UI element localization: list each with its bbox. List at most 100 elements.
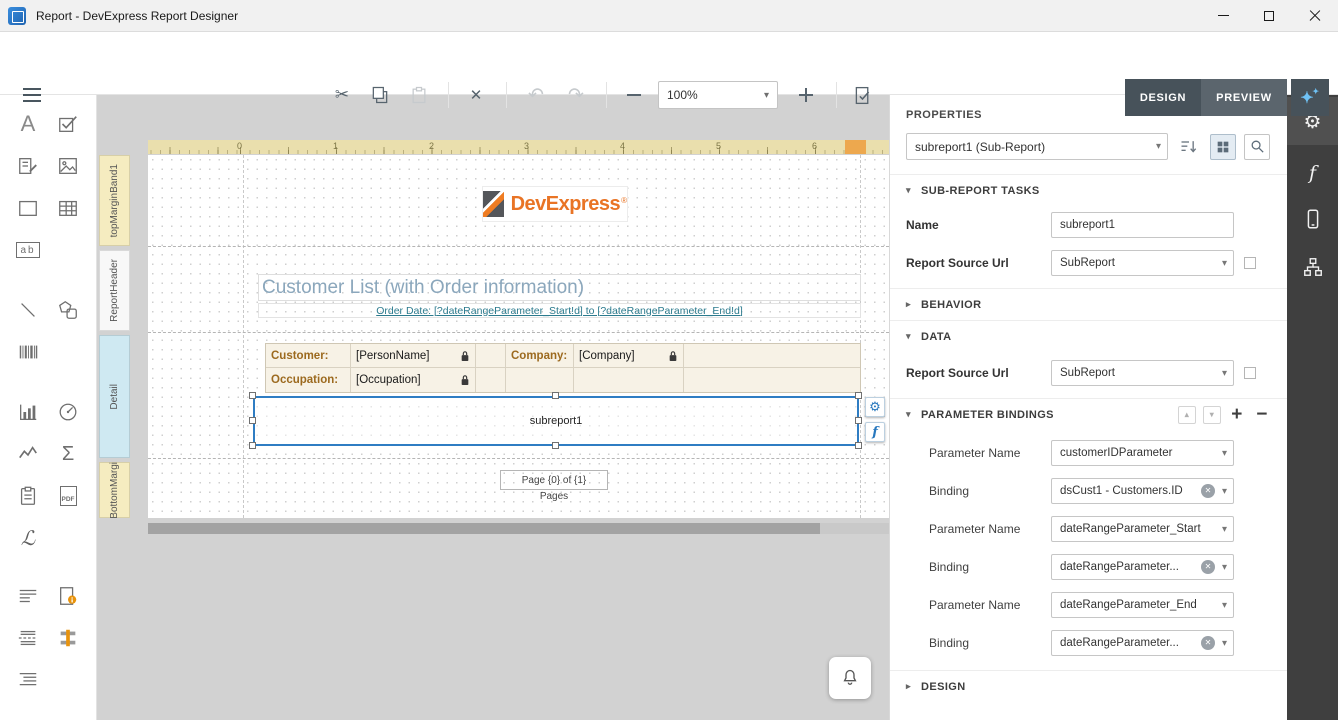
delete-button[interactable]: ✕ [464, 83, 488, 107]
section-header-subreport-tasks[interactable]: ▾ SUB-REPORT TASKS [890, 174, 1287, 206]
scrollbar-thumb[interactable] [148, 523, 820, 534]
toolbox-checkbox-tool[interactable] [50, 106, 86, 142]
toolbox-picturebox-tool[interactable] [50, 148, 86, 184]
close-button[interactable] [1292, 0, 1338, 32]
order-date-label[interactable]: Order Date: [?dateRangeParameter_Start!d… [258, 303, 861, 318]
maximize-button[interactable] [1246, 0, 1292, 32]
zoom-out-button[interactable] [622, 83, 646, 107]
tab-report-explorer[interactable] [1287, 199, 1338, 239]
toolbox-tableofcontents-tool[interactable] [10, 662, 46, 698]
toolbox-pagenumber-tool[interactable] [50, 578, 86, 614]
remove-binding-button[interactable]: − [1253, 406, 1271, 424]
selection-handle[interactable] [249, 392, 256, 399]
toolbox-line-tool[interactable] [10, 292, 46, 328]
band-strip-bottom-margin[interactable]: BottomMargi [99, 462, 130, 518]
band-strip-top-margin[interactable]: topMarginBand1 [99, 155, 130, 246]
property-binding-checkbox[interactable] [1244, 367, 1256, 379]
clear-binding-button[interactable]: ✕ [1201, 636, 1215, 650]
design-tab-button[interactable]: DESIGN [1125, 79, 1201, 116]
section-header-behavior[interactable]: ▸ BEHAVIOR [890, 288, 1287, 320]
zoom-in-button[interactable] [794, 83, 818, 107]
binding-dropdown[interactable]: dateRangeParameter... ✕ ▾ [1051, 554, 1234, 580]
property-binding-checkbox[interactable] [1244, 257, 1256, 269]
selection-handle[interactable] [249, 417, 256, 424]
preview-tab-button[interactable]: PREVIEW [1201, 79, 1287, 116]
notifications-button[interactable] [829, 657, 871, 699]
category-view-button[interactable] [1210, 134, 1236, 160]
band-strip-report-header[interactable]: ReportHeader [99, 250, 130, 331]
table-cell[interactable]: [Company] [574, 344, 684, 368]
expressions-button[interactable]: f [865, 422, 885, 442]
ai-assistant-button[interactable]: ✦ ✦ [1291, 79, 1329, 116]
selection-handle[interactable] [855, 417, 862, 424]
toolbox-table-tool[interactable] [50, 190, 86, 226]
toolbox-gauge-tool[interactable] [50, 394, 86, 430]
add-binding-button[interactable]: + [1228, 406, 1246, 424]
toolbox-shape-tool[interactable] [50, 292, 86, 328]
toolbox-pagebreak-tool[interactable] [10, 620, 46, 656]
undo-button[interactable]: ↶ [524, 83, 548, 107]
paste-button[interactable] [407, 83, 431, 107]
binding-dropdown[interactable]: dateRangeParameter... ✕ ▾ [1051, 630, 1234, 656]
selected-object-dropdown[interactable]: subreport1 (Sub-Report) ▾ [906, 133, 1168, 160]
toolbox-sparkline-tool[interactable] [10, 436, 46, 472]
report-title-label[interactable]: Customer List (with Order information) [258, 274, 861, 301]
selection-handle[interactable] [855, 442, 862, 449]
toolbox-signature-tool[interactable]: ℒ [10, 520, 46, 556]
validate-button[interactable] [850, 83, 874, 107]
name-input[interactable] [1051, 212, 1234, 238]
clear-binding-button[interactable]: ✕ [1201, 560, 1215, 574]
toolbox-pdfcontent-tool[interactable]: PDF [50, 478, 86, 514]
subreport-control[interactable]: subreport1 [253, 396, 859, 446]
toolbox-subreport-tool[interactable] [10, 478, 46, 514]
table-cell[interactable]: Customer: [266, 344, 351, 368]
band-strip-detail[interactable]: Detail [99, 335, 130, 458]
toolbox-label-tool[interactable]: A [10, 106, 46, 142]
sort-alphabetical-button[interactable] [1176, 134, 1202, 160]
parameter-name-dropdown[interactable]: customerIDParameter ▾ [1051, 440, 1234, 466]
toolbox-barcode-tool[interactable] [10, 334, 46, 370]
move-up-button[interactable]: ▴ [1178, 406, 1196, 424]
toolbox-chart-tool[interactable] [10, 394, 46, 430]
page-info-control[interactable]: Page {0} of {1} [500, 470, 608, 490]
selection-handle[interactable] [855, 392, 862, 399]
report-source-url-dropdown[interactable]: SubReport ▾ [1051, 250, 1234, 276]
toolbox-charactercomb-tool[interactable]: ab [10, 232, 46, 268]
copy-button[interactable] [368, 83, 392, 107]
zoom-dropdown[interactable]: 100% ▾ [658, 81, 778, 109]
table-cell[interactable]: Company: [506, 344, 574, 368]
table-cell[interactable]: [Occupation] [351, 368, 476, 392]
toolbox-crossbandbox-tool[interactable] [50, 620, 86, 656]
table-cell[interactable] [684, 344, 860, 368]
tab-expressions[interactable]: f [1287, 153, 1338, 193]
detail-table[interactable]: Customer: [PersonName] Company: [Company… [265, 343, 861, 393]
smart-tag-button[interactable]: ⚙ [865, 397, 885, 417]
binding-dropdown[interactable]: dsCust1 - Customers.ID ✕ ▾ [1051, 478, 1234, 504]
redo-button[interactable]: ↷ [564, 83, 588, 107]
menu-button[interactable] [20, 83, 44, 107]
search-properties-button[interactable] [1244, 134, 1270, 160]
table-cell[interactable]: [PersonName] [351, 344, 476, 368]
table-cell[interactable] [476, 368, 506, 392]
table-cell[interactable] [574, 368, 684, 392]
table-cell[interactable] [476, 344, 506, 368]
table-cell[interactable] [684, 368, 860, 392]
selection-handle[interactable] [552, 442, 559, 449]
report-source-url-dropdown[interactable]: SubReport ▾ [1051, 360, 1234, 386]
cut-button[interactable]: ✂ [330, 83, 354, 107]
selection-handle[interactable] [552, 392, 559, 399]
minimize-button[interactable] [1200, 0, 1246, 32]
parameter-name-dropdown[interactable]: dateRangeParameter_Start ▾ [1051, 516, 1234, 542]
report-page[interactable]: DevExpress® Customer List (with Order in… [148, 155, 889, 518]
move-down-button[interactable]: ▾ [1203, 406, 1221, 424]
selection-handle[interactable] [249, 442, 256, 449]
horizontal-scrollbar[interactable] [148, 523, 889, 534]
clear-binding-button[interactable]: ✕ [1201, 484, 1215, 498]
table-cell[interactable] [506, 368, 574, 392]
toolbox-richtext-tool[interactable] [10, 148, 46, 184]
section-header-design[interactable]: ▸ DESIGN [890, 670, 1287, 702]
toolbox-pageinfo-tool[interactable] [10, 578, 46, 614]
logo-picture-box[interactable]: DevExpress® [482, 186, 628, 222]
toolbox-panel-tool[interactable] [10, 190, 46, 226]
toolbox-pivotgrid-tool[interactable]: Σ [50, 436, 86, 472]
